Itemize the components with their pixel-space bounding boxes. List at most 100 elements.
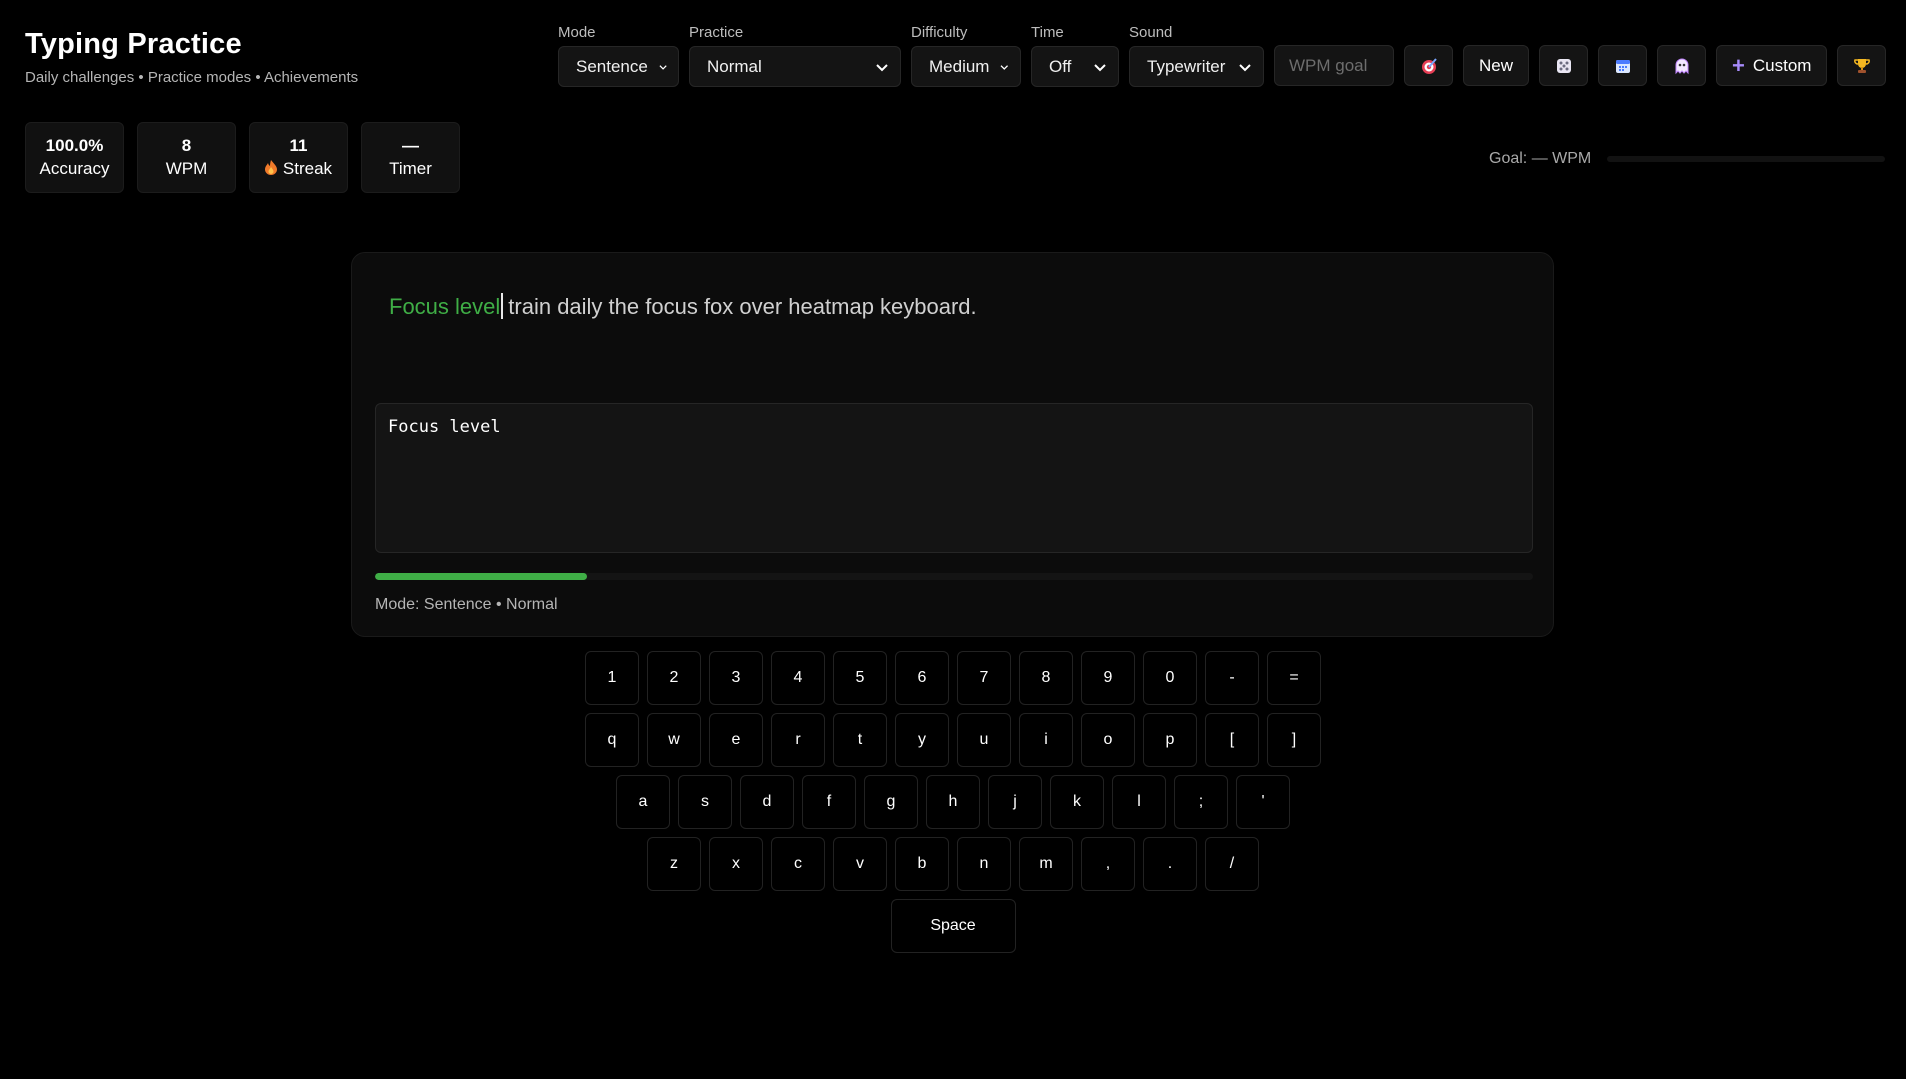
new-button[interactable]: New — [1463, 45, 1530, 86]
calendar-icon — [1615, 59, 1630, 73]
progress-fill — [375, 573, 587, 580]
target-icon — [1421, 57, 1437, 74]
accuracy-stat: 100.0% Accuracy — [25, 122, 124, 193]
custom-button[interactable]: + Custom — [1716, 45, 1828, 86]
goal-text: Goal: — WPM — [1489, 150, 1592, 167]
key[interactable]: ] — [1267, 713, 1321, 767]
daily-challenge-button[interactable] — [1598, 45, 1648, 86]
key[interactable]: f — [802, 775, 856, 829]
key[interactable]: y — [895, 713, 949, 767]
time-field: Time Off — [1031, 24, 1119, 87]
remaining-text: train daily the focus fox over heatmap k… — [508, 294, 977, 319]
key[interactable]: k — [1050, 775, 1104, 829]
key[interactable]: s — [678, 775, 732, 829]
key[interactable]: r — [771, 713, 825, 767]
practice-card: Focus level train daily the focus fox ove… — [351, 252, 1554, 637]
random-button[interactable] — [1539, 45, 1589, 86]
difficulty-field: Difficulty Medium — [911, 24, 1021, 87]
custom-button-label: Custom — [1752, 55, 1812, 75]
key[interactable]: j — [988, 775, 1042, 829]
mode-label: Mode — [558, 24, 596, 41]
practice-select[interactable]: Normal — [689, 46, 901, 87]
wpm-goal-input[interactable]: WPM goal — [1274, 45, 1394, 86]
chevron-down-icon — [659, 64, 667, 70]
flame-icon — [264, 159, 277, 175]
key[interactable]: v — [833, 837, 887, 891]
wpm-stat: 8 WPM — [137, 122, 236, 193]
key[interactable]: - — [1205, 651, 1259, 705]
streak-stat: 11 Streak — [249, 122, 348, 193]
keyboard-row: z x c v b n m,. / — [0, 837, 1906, 891]
plus-icon: + — [1732, 52, 1745, 78]
key[interactable]: e — [709, 713, 763, 767]
key[interactable]: 1 — [585, 651, 639, 705]
key[interactable]: . — [1143, 837, 1197, 891]
sound-select[interactable]: Typewriter — [1129, 46, 1264, 87]
keyboard-row: a s d f g h j k l; ' — [0, 775, 1906, 829]
space-key[interactable]: Space — [890, 899, 1016, 953]
chevron-down-icon — [1239, 63, 1251, 71]
goal-progress-track — [1607, 156, 1886, 162]
progress-bar — [375, 573, 1533, 580]
key[interactable]: p — [1143, 713, 1197, 767]
key[interactable]: 3 — [709, 651, 763, 705]
mode-status: Mode: Sentence • Normal — [375, 596, 558, 613]
key[interactable]: w — [647, 713, 701, 767]
key[interactable]: z — [647, 837, 701, 891]
key[interactable]: b — [895, 837, 949, 891]
key[interactable]: m — [1019, 837, 1073, 891]
key[interactable]: a — [616, 775, 670, 829]
key[interactable]: [ — [1205, 713, 1259, 767]
typed-text: Focus level — [389, 294, 501, 319]
key[interactable]: 2 — [647, 651, 701, 705]
key[interactable]: l — [1112, 775, 1166, 829]
timer-value: — — [402, 135, 419, 155]
key[interactable]: ' — [1236, 775, 1290, 829]
key[interactable]: q — [585, 713, 639, 767]
practice-field: Practice Normal — [689, 24, 901, 87]
key[interactable]: = — [1267, 651, 1321, 705]
key[interactable]: o — [1081, 713, 1135, 767]
time-label: Time — [1031, 24, 1064, 41]
difficulty-select[interactable]: Medium — [911, 46, 1021, 87]
time-select[interactable]: Off — [1031, 46, 1119, 87]
ghost-race-button[interactable] — [1657, 45, 1707, 86]
key[interactable]: i — [1019, 713, 1073, 767]
key[interactable]: h — [926, 775, 980, 829]
key[interactable]: 5 — [833, 651, 887, 705]
key[interactable]: / — [1205, 837, 1259, 891]
key[interactable]: t — [833, 713, 887, 767]
target-button[interactable] — [1404, 45, 1453, 86]
key[interactable]: 0 — [1143, 651, 1197, 705]
key[interactable]: , — [1081, 837, 1135, 891]
streak-label-row: Streak — [264, 157, 332, 181]
key[interactable]: d — [740, 775, 794, 829]
practice-label: Practice — [689, 24, 744, 41]
key[interactable]: 6 — [895, 651, 949, 705]
typing-input[interactable]: Focus level — [375, 403, 1533, 553]
achievements-button[interactable] — [1837, 45, 1887, 86]
mode-field: Mode Sentence — [558, 24, 679, 87]
key[interactable]: x — [709, 837, 763, 891]
key[interactable]: 8 — [1019, 651, 1073, 705]
key[interactable]: ; — [1174, 775, 1228, 829]
key[interactable]: 4 — [771, 651, 825, 705]
virtual-keyboard: 1 2 3 4 5 6 7 8 9 0- = q w e r t y u i o p[] a s d f g h j k l; ' z x c v b… — [0, 651, 1906, 961]
chevron-down-icon — [1094, 63, 1106, 71]
difficulty-label: Difficulty — [911, 24, 968, 41]
keyboard-row: 1 2 3 4 5 6 7 8 9 0- = — [0, 651, 1906, 705]
ghost-icon — [1675, 58, 1689, 74]
key[interactable]: 9 — [1081, 651, 1135, 705]
key[interactable]: c — [771, 837, 825, 891]
difficulty-value: Medium — [929, 56, 990, 76]
accuracy-label: Accuracy — [39, 158, 110, 178]
key[interactable]: 7 — [957, 651, 1011, 705]
key[interactable]: u — [957, 713, 1011, 767]
trophy-icon — [1854, 58, 1870, 73]
mode-value: Sentence — [576, 56, 648, 76]
key[interactable]: g — [864, 775, 918, 829]
key[interactable]: n — [957, 837, 1011, 891]
keyboard-row: q w e r t y u i o p[] — [0, 713, 1906, 767]
mode-select[interactable]: Sentence — [558, 46, 679, 87]
text-caret — [501, 293, 504, 319]
